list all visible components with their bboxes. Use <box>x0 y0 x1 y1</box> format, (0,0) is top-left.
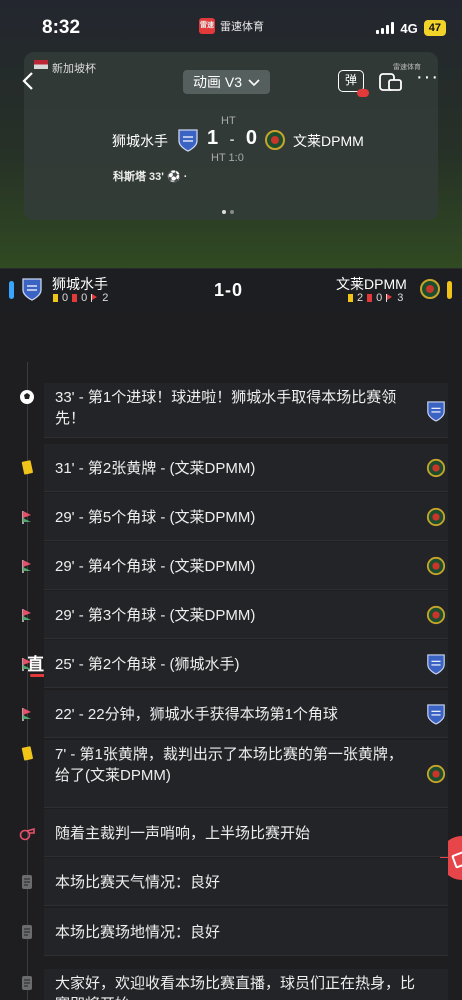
away-team-crest-icon <box>426 555 446 577</box>
home-red-count: 0 <box>81 292 88 304</box>
corner-flag-icon <box>19 509 35 525</box>
info-icon <box>19 975 35 991</box>
event-text: 29' - 第5个角球 - (文莱DPMM) <box>55 509 256 526</box>
away-team-crest-icon <box>426 457 446 479</box>
main-score: 1 - 0 <box>207 127 260 150</box>
app-badge: 雷速 雷速体育 <box>199 18 264 34</box>
event-text: 29' - 第3个角球 - (文莱DPMM) <box>55 607 256 624</box>
tab-bar: 直播 聊天 阵容 指数 热议 数据 <box>0 320 462 677</box>
home-team-crest-icon <box>178 129 198 152</box>
scorebar-home-name: 狮城水手 <box>52 276 108 292</box>
scorebar-score: 1-0 <box>214 280 244 300</box>
league-flag-icon <box>34 60 48 69</box>
away-team-crest-icon <box>426 506 446 528</box>
home-team-crest-icon <box>426 703 446 725</box>
clock: 8:32 <box>42 17 81 38</box>
animation-version-select[interactable]: 动画 V3 <box>183 70 270 94</box>
cast-screen-icon[interactable] <box>378 72 404 92</box>
corner-icon <box>91 294 98 302</box>
away-team-crest-icon <box>426 763 446 785</box>
event-text: 本场比赛场地情况：良好 <box>55 924 221 941</box>
ball-icon: ⚽ <box>166 171 181 183</box>
event-text: 大家好，欢迎收看本场比赛直播，球员们正在热身，比赛即将开始 <box>55 975 416 1000</box>
carousel-dot-active <box>222 210 226 214</box>
red-card-icon <box>367 294 373 302</box>
event-text: 29' - 第4个角球 - (文莱DPMM) <box>55 558 256 575</box>
corner-icon <box>386 294 393 302</box>
score-separator: - <box>229 131 238 147</box>
away-side-indicator <box>447 281 452 299</box>
more-options-button[interactable]: ··· <box>416 66 439 89</box>
corner-flag-icon <box>19 558 35 574</box>
event-text: 随着主裁判一声哨响，上半场比赛开始 <box>55 825 311 842</box>
yellow-card-icon <box>19 746 35 762</box>
battery-level: 47 <box>423 20 446 36</box>
chevron-down-icon <box>248 79 260 87</box>
match-live-page: 8:32 雷速 雷速体育 4G 47 新加坡杯 动画 V3 弹 雷速体育 ···… <box>0 0 462 1000</box>
away-stats: 2 0 3 <box>348 292 403 304</box>
info-icon <box>19 924 35 940</box>
timeline-line <box>27 362 28 1000</box>
app-logo-icon: 雷速 <box>199 18 215 34</box>
home-team-crest-icon <box>426 653 446 675</box>
away-score: 0 <box>245 127 261 149</box>
whistle-icon <box>19 825 35 841</box>
status-bar: 8:32 雷速 雷速体育 4G 47 <box>0 0 462 50</box>
event-text: 25' - 第2个角球 - (狮城水手) <box>55 656 240 673</box>
home-score: 1 <box>207 127 222 149</box>
away-red-count: 0 <box>376 292 383 304</box>
danmu-toggle[interactable]: 弹 <box>338 70 369 97</box>
goal-scorer: 科斯塔 33' ⚽ · <box>113 168 187 184</box>
corner-flag-icon <box>19 607 35 623</box>
signal-icon <box>376 22 395 34</box>
ball-icon <box>19 389 35 405</box>
app-name: 雷速体育 <box>220 21 264 33</box>
match-period: HT <box>221 115 236 127</box>
scorebar-away-name: 文莱DPMM <box>336 276 407 292</box>
yellow-card-icon <box>53 294 58 302</box>
away-yellow-count: 2 <box>357 292 364 304</box>
home-stats: 0 0 2 <box>53 292 108 304</box>
chevron-left-icon <box>22 72 33 90</box>
home-team-crest-icon <box>426 400 446 422</box>
match-hero: 8:32 雷速 雷速体育 4G 47 新加坡杯 动画 V3 弹 雷速体育 ···… <box>0 0 462 268</box>
event-text: 22' - 22分钟，狮城水手获得本场第1个角球 <box>55 706 338 723</box>
home-team-name: 狮城水手 <box>112 133 168 149</box>
home-yellow-count: 0 <box>62 292 69 304</box>
info-icon <box>19 874 35 890</box>
league-name[interactable]: 新加坡杯 <box>52 60 96 76</box>
event-text: 31' - 第2张黄牌 - (文莱DPMM) <box>55 460 256 477</box>
system-indicators: 4G 47 <box>376 20 446 36</box>
corner-flag-icon <box>19 656 35 672</box>
carousel-dots <box>222 210 234 214</box>
event-text: 本场比赛天气情况：良好 <box>55 874 221 891</box>
red-card-icon <box>72 294 78 302</box>
yellow-card-icon <box>348 294 353 302</box>
half-time-score: HT 1:0 <box>211 152 244 164</box>
goal-scorer-text: 科斯塔 33' <box>113 171 164 183</box>
away-team-crest-icon <box>420 279 440 299</box>
animation-label: 动画 V3 <box>193 74 243 90</box>
away-team-crest-icon <box>426 604 446 626</box>
yellow-card-icon <box>19 460 35 476</box>
home-corner-count: 2 <box>102 292 109 304</box>
event-text: 33' - 第1个进球！球进啦！狮城水手取得本场比赛领先！ <box>55 389 397 427</box>
away-corner-count: 3 <box>397 292 404 304</box>
network-type: 4G <box>400 20 418 36</box>
away-team-crest-icon <box>265 130 285 150</box>
corner-flag-icon <box>19 706 35 722</box>
event-text: 7' - 第1张黄牌，裁判出示了本场比赛的第一张黄牌，给了(文莱DPMM) <box>55 746 403 784</box>
back-button[interactable] <box>18 70 40 92</box>
carousel-dot <box>230 210 234 214</box>
dot-icon: · <box>183 171 188 183</box>
home-team-crest-icon <box>22 278 42 301</box>
away-team-name: 文莱DPMM <box>293 133 364 149</box>
home-side-indicator <box>9 281 14 299</box>
